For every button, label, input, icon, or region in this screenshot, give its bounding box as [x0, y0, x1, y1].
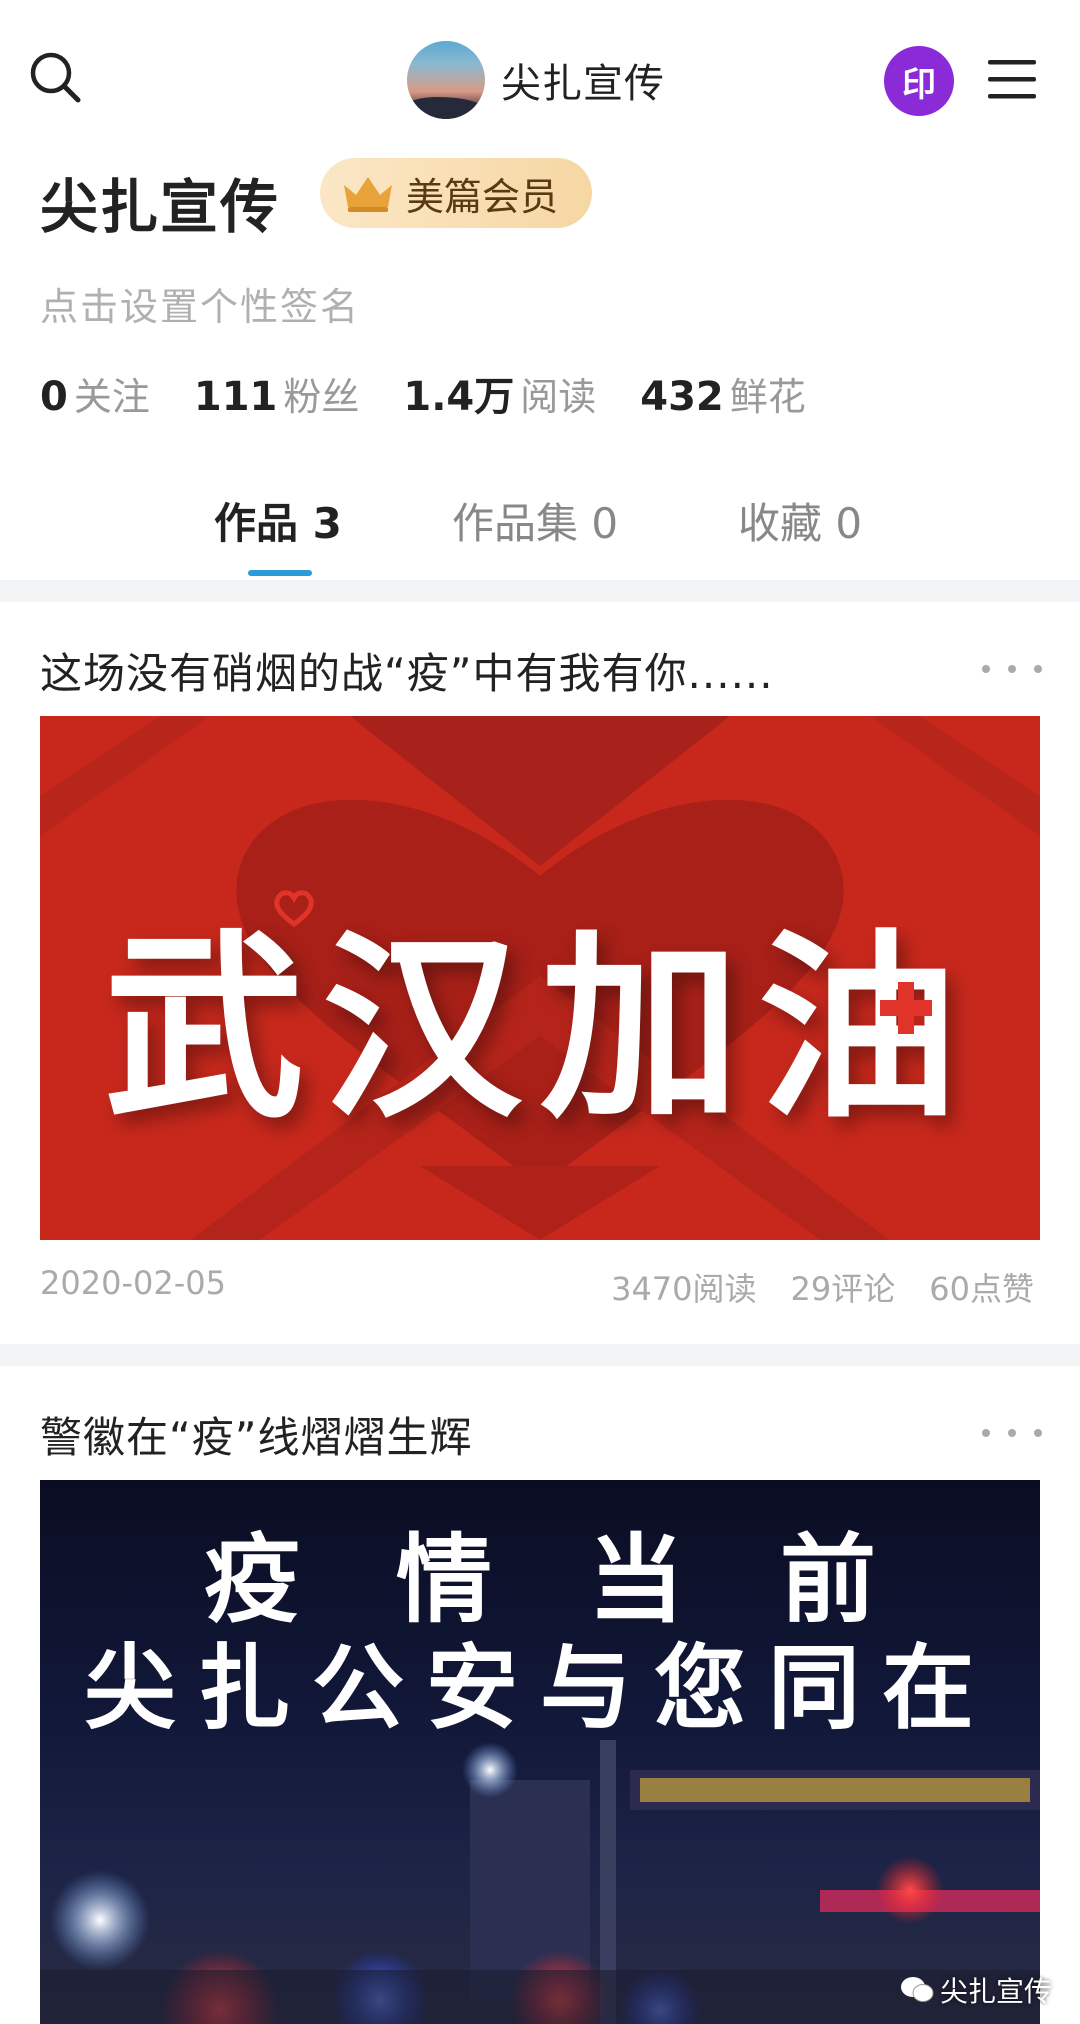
- wechat-icon: [900, 1976, 934, 2004]
- post-comments[interactable]: 29评论: [791, 1264, 896, 1310]
- red-cross-icon: [880, 982, 932, 1034]
- account-name: 尖扎宣传: [501, 61, 665, 107]
- stat-fans[interactable]: 111 粉丝: [194, 366, 360, 421]
- tab-favorites[interactable]: 收藏 0: [738, 490, 862, 551]
- vip-badge[interactable]: 美篇会员: [320, 158, 592, 228]
- post-stats: 3470阅读 29评论 60点赞: [577, 1264, 1034, 1310]
- more-dots-icon[interactable]: [982, 654, 1042, 684]
- profile-tabs: 作品 3 作品集 0 收藏 0: [0, 480, 1080, 580]
- menu-button[interactable]: [984, 54, 1040, 104]
- print-badge-button[interactable]: 印: [884, 46, 954, 116]
- post-cover-image[interactable]: 疫情当前 尖扎公安与您同在: [40, 1480, 1040, 2024]
- cover-title-line-2: 尖扎公安与您同在: [83, 1635, 996, 1742]
- stat-label: 阅读: [520, 375, 597, 419]
- active-tab-indicator: [248, 570, 312, 576]
- stat-label: 关注: [73, 375, 150, 419]
- search-icon: [30, 52, 81, 103]
- crown-icon: [340, 173, 396, 213]
- vip-label: 美篇会员: [406, 174, 559, 219]
- post-date: 2020-02-05: [40, 1264, 226, 1302]
- watermark-text: 尖扎宣传: [940, 1975, 1053, 2008]
- section-divider: [0, 580, 1080, 602]
- search-button[interactable]: [26, 48, 84, 106]
- profile-name: 尖扎宣传: [40, 173, 281, 241]
- stat-label: 粉丝: [283, 375, 360, 419]
- post-meta: 2020-02-05 3470阅读 29评论 60点赞: [40, 1260, 1040, 1310]
- section-divider: [0, 1344, 1080, 1366]
- stat-value: 432: [640, 374, 724, 420]
- signature-field[interactable]: 点击设置个性签名: [40, 276, 360, 331]
- post-reads: 3470阅读: [611, 1270, 757, 1308]
- watermark: 尖扎宣传: [900, 1970, 1052, 2010]
- stat-flowers[interactable]: 432 鲜花: [640, 366, 806, 421]
- profile-stats: 0 关注 111 粉丝 1.4万 阅读 432 鲜花: [40, 364, 850, 424]
- stat-label: 鲜花: [729, 375, 806, 419]
- stat-value: 111: [193, 374, 278, 420]
- avatar[interactable]: [407, 41, 485, 119]
- stat-value: 1.4万: [403, 374, 515, 420]
- hamburger-menu-icon: [988, 60, 1036, 99]
- stat-value: 0: [40, 374, 68, 420]
- post-likes[interactable]: 60点赞: [929, 1264, 1034, 1310]
- post-cover-image[interactable]: 武汉加油: [40, 716, 1040, 1240]
- stat-following[interactable]: 0 关注: [40, 366, 150, 421]
- account-header[interactable]: 尖扎宣传: [407, 40, 665, 120]
- post-title[interactable]: 警徽在“疫”线熠熠生辉: [40, 1404, 473, 1465]
- heart-icon: [274, 890, 314, 928]
- tab-works[interactable]: 作品 3: [214, 490, 342, 551]
- more-dots-icon[interactable]: [982, 1418, 1042, 1448]
- tab-collections[interactable]: 作品集 0: [452, 490, 618, 551]
- post-title[interactable]: 这场没有硝烟的战“疫”中有我有你......: [40, 640, 774, 701]
- top-bar: 尖扎宣传 印: [0, 0, 1080, 160]
- cover-title-text: 武汉加油: [104, 913, 977, 1146]
- stat-reads[interactable]: 1.4万 阅读: [403, 364, 596, 422]
